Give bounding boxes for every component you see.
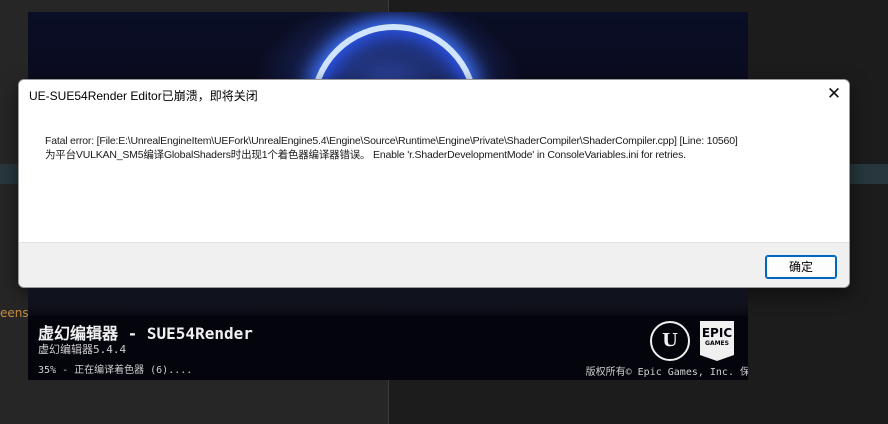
- epic-logo-text-top: EPIC: [701, 326, 733, 340]
- splash-progress-text: 35% - 正在编译着色器 (6)....: [38, 365, 193, 376]
- background-edge-text: eensho: [0, 306, 28, 320]
- dialog-titlebar[interactable]: UE-SUE54Render Editor已崩溃，即将关闭 ✕: [19, 80, 849, 110]
- epic-logo-text-bottom: GAMES: [705, 340, 729, 347]
- error-message-line-2: 为平台VULKAN_SM5编译GlobalShaders时出现1个着色器编译器错…: [45, 149, 686, 161]
- splash-version: 虚幻编辑器5.4.4: [38, 343, 127, 356]
- dialog-footer: 确定: [19, 242, 849, 287]
- error-message: Fatal error: [File:E:\UnrealEngineItem\U…: [45, 134, 835, 162]
- close-icon[interactable]: ✕: [819, 80, 849, 108]
- ok-button[interactable]: 确定: [765, 255, 837, 279]
- splash-copyright: 版权所有© Epic Games, Inc. 保: [585, 367, 748, 378]
- dialog-body: Fatal error: [File:E:\UnrealEngineItem\U…: [19, 110, 849, 242]
- unreal-engine-logo-icon: U: [650, 321, 690, 361]
- dialog-title: UE-SUE54Render Editor已崩溃，即将关闭: [29, 89, 258, 103]
- epic-games-logo-icon: EPIC GAMES: [700, 321, 734, 361]
- error-message-line-1: Fatal error: [File:E:\UnrealEngineItem\U…: [45, 135, 738, 147]
- crash-dialog: UE-SUE54Render Editor已崩溃，即将关闭 ✕ Fatal er…: [18, 79, 850, 288]
